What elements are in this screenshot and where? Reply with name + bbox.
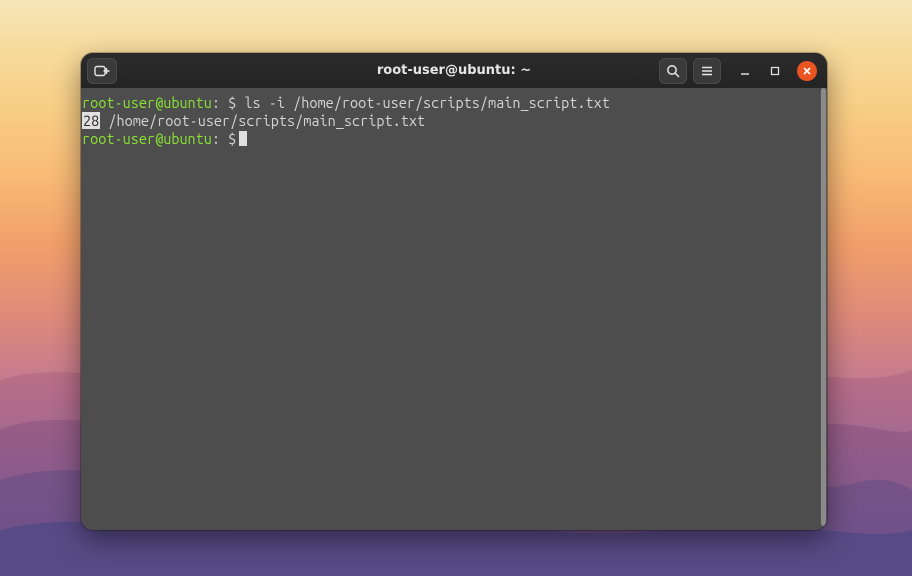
prompt-symbol-2: $ [228,130,236,147]
scrollbar-thumb[interactable] [821,88,826,526]
output-path: /home/root-user/scripts/main_script.txt [108,112,425,129]
prompt-dir-2 [220,130,228,147]
prompt-userhost-2: root-user@ubuntu [82,130,212,147]
prompt-dir [220,94,228,111]
cursor [239,131,247,146]
menu-button[interactable] [693,58,721,84]
minimize-button[interactable] [733,58,757,84]
minimize-icon [739,65,751,77]
prompt-userhost: root-user@ubuntu [82,94,212,111]
terminal-line-1: root-user@ubuntu: $ ls -i /home/root-use… [82,94,826,112]
terminal-line-2: 28 /home/root-user/scripts/main_script.t… [82,112,826,130]
close-icon [802,66,812,76]
scrollbar[interactable] [820,88,827,526]
inode-number: 28 [82,112,100,129]
hamburger-menu-icon [700,64,714,78]
desktop-wallpaper: root-user@ubuntu: ~ [0,0,912,576]
titlebar[interactable]: root-user@ubuntu: ~ [81,53,827,89]
maximize-button[interactable] [763,58,787,84]
terminal-window: root-user@ubuntu: ~ [81,53,827,530]
prompt-symbol: $ [228,94,236,111]
prompt-sep-2: : [212,130,220,147]
command-text: ls -i /home/root-user/scripts/main_scrip… [244,94,609,111]
terminal-line-3: root-user@ubuntu: $ [82,130,826,148]
close-button[interactable] [797,61,817,81]
terminal-body[interactable]: root-user@ubuntu: $ ls -i /home/root-use… [81,88,827,530]
prompt-sep: : [212,94,220,111]
new-tab-button[interactable] [87,58,117,84]
maximize-icon [769,65,781,77]
new-tab-icon [94,64,110,78]
search-icon [666,64,680,78]
search-button[interactable] [659,58,687,84]
